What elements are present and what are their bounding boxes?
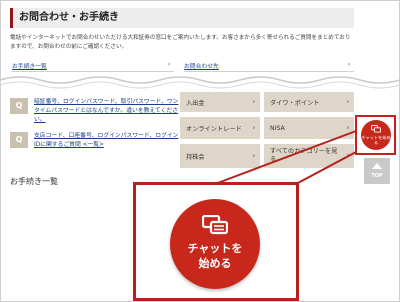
chat-button-highlight: チャットを始める [355, 115, 396, 155]
torn-edge-divider [0, 76, 400, 89]
intro-text: 電話やインターネットでお問合わせいただける大和証券の窓口をご案内いたします。お客… [10, 35, 351, 50]
category-label: NISA [270, 124, 285, 132]
start-chat-button-zoomed[interactable]: チャットを 始める [170, 199, 260, 289]
top-label: TOP [371, 173, 383, 179]
chevron-right-icon: › [252, 98, 255, 106]
question-badge: Q [10, 132, 28, 148]
category-deposit[interactable]: 入出金 › [180, 92, 260, 112]
chat-button-label: チャットを始める [361, 135, 391, 145]
category-online-trade[interactable]: オンライントレード › [180, 117, 260, 139]
category-grid: 入出金 › ダイワ・ポイント › オンライントレード › NISA › 持株会 … [180, 92, 356, 172]
chevron-right-icon: › [252, 152, 255, 160]
chevron-right-icon: › [346, 98, 349, 106]
chat-label-line2: 始める [198, 257, 232, 270]
chevron-right-icon: › [348, 61, 351, 68]
chevron-right-icon: › [252, 124, 255, 132]
chat-bubbles-icon [371, 125, 381, 133]
chevron-right-icon: › [346, 152, 349, 159]
divider [12, 71, 174, 72]
category-label: 入出金 [186, 99, 205, 107]
chat-label-line1: チャットを [187, 242, 243, 255]
chevron-right-icon: › [346, 124, 349, 132]
category-label: 持株会 [186, 153, 205, 161]
faq-link[interactable]: 支店コード、口座番号、ログインパスワード、ログインIDに関するご質問 <一覧> [34, 133, 178, 148]
contact-link[interactable]: お問合わせ先 [184, 61, 219, 70]
category-label: すべてのカテゴリーを見る [270, 148, 338, 163]
category-label: ダイワ・ポイント [270, 99, 320, 107]
arrow-up-icon [372, 163, 382, 169]
procedures-link[interactable]: お手続き一覧 [12, 61, 47, 70]
start-chat-button[interactable]: チャットを始める [361, 120, 391, 150]
zoomed-callout: チャットを 始める [133, 182, 299, 301]
page-title: お問合わせ・お手続き [10, 8, 354, 28]
question-badge: Q [10, 98, 28, 114]
category-stock-club[interactable]: 持株会 › [180, 144, 260, 168]
category-all[interactable]: すべてのカテゴリーを見る › [264, 144, 354, 168]
back-to-top-button[interactable]: TOP [364, 158, 390, 184]
faq-link[interactable]: 暗証番号、ログインパスワード、取引パスワード、ワンタイムパスワードとはなんですか… [34, 99, 178, 123]
category-label: オンライントレード [186, 125, 242, 133]
category-nisa[interactable]: NISA › [264, 117, 354, 139]
chevron-right-icon: › [168, 61, 171, 68]
category-points[interactable]: ダイワ・ポイント › [264, 92, 354, 112]
section-title: お手続き一覧 [10, 177, 58, 186]
divider [184, 71, 354, 72]
chat-bubbles-icon [202, 215, 228, 235]
